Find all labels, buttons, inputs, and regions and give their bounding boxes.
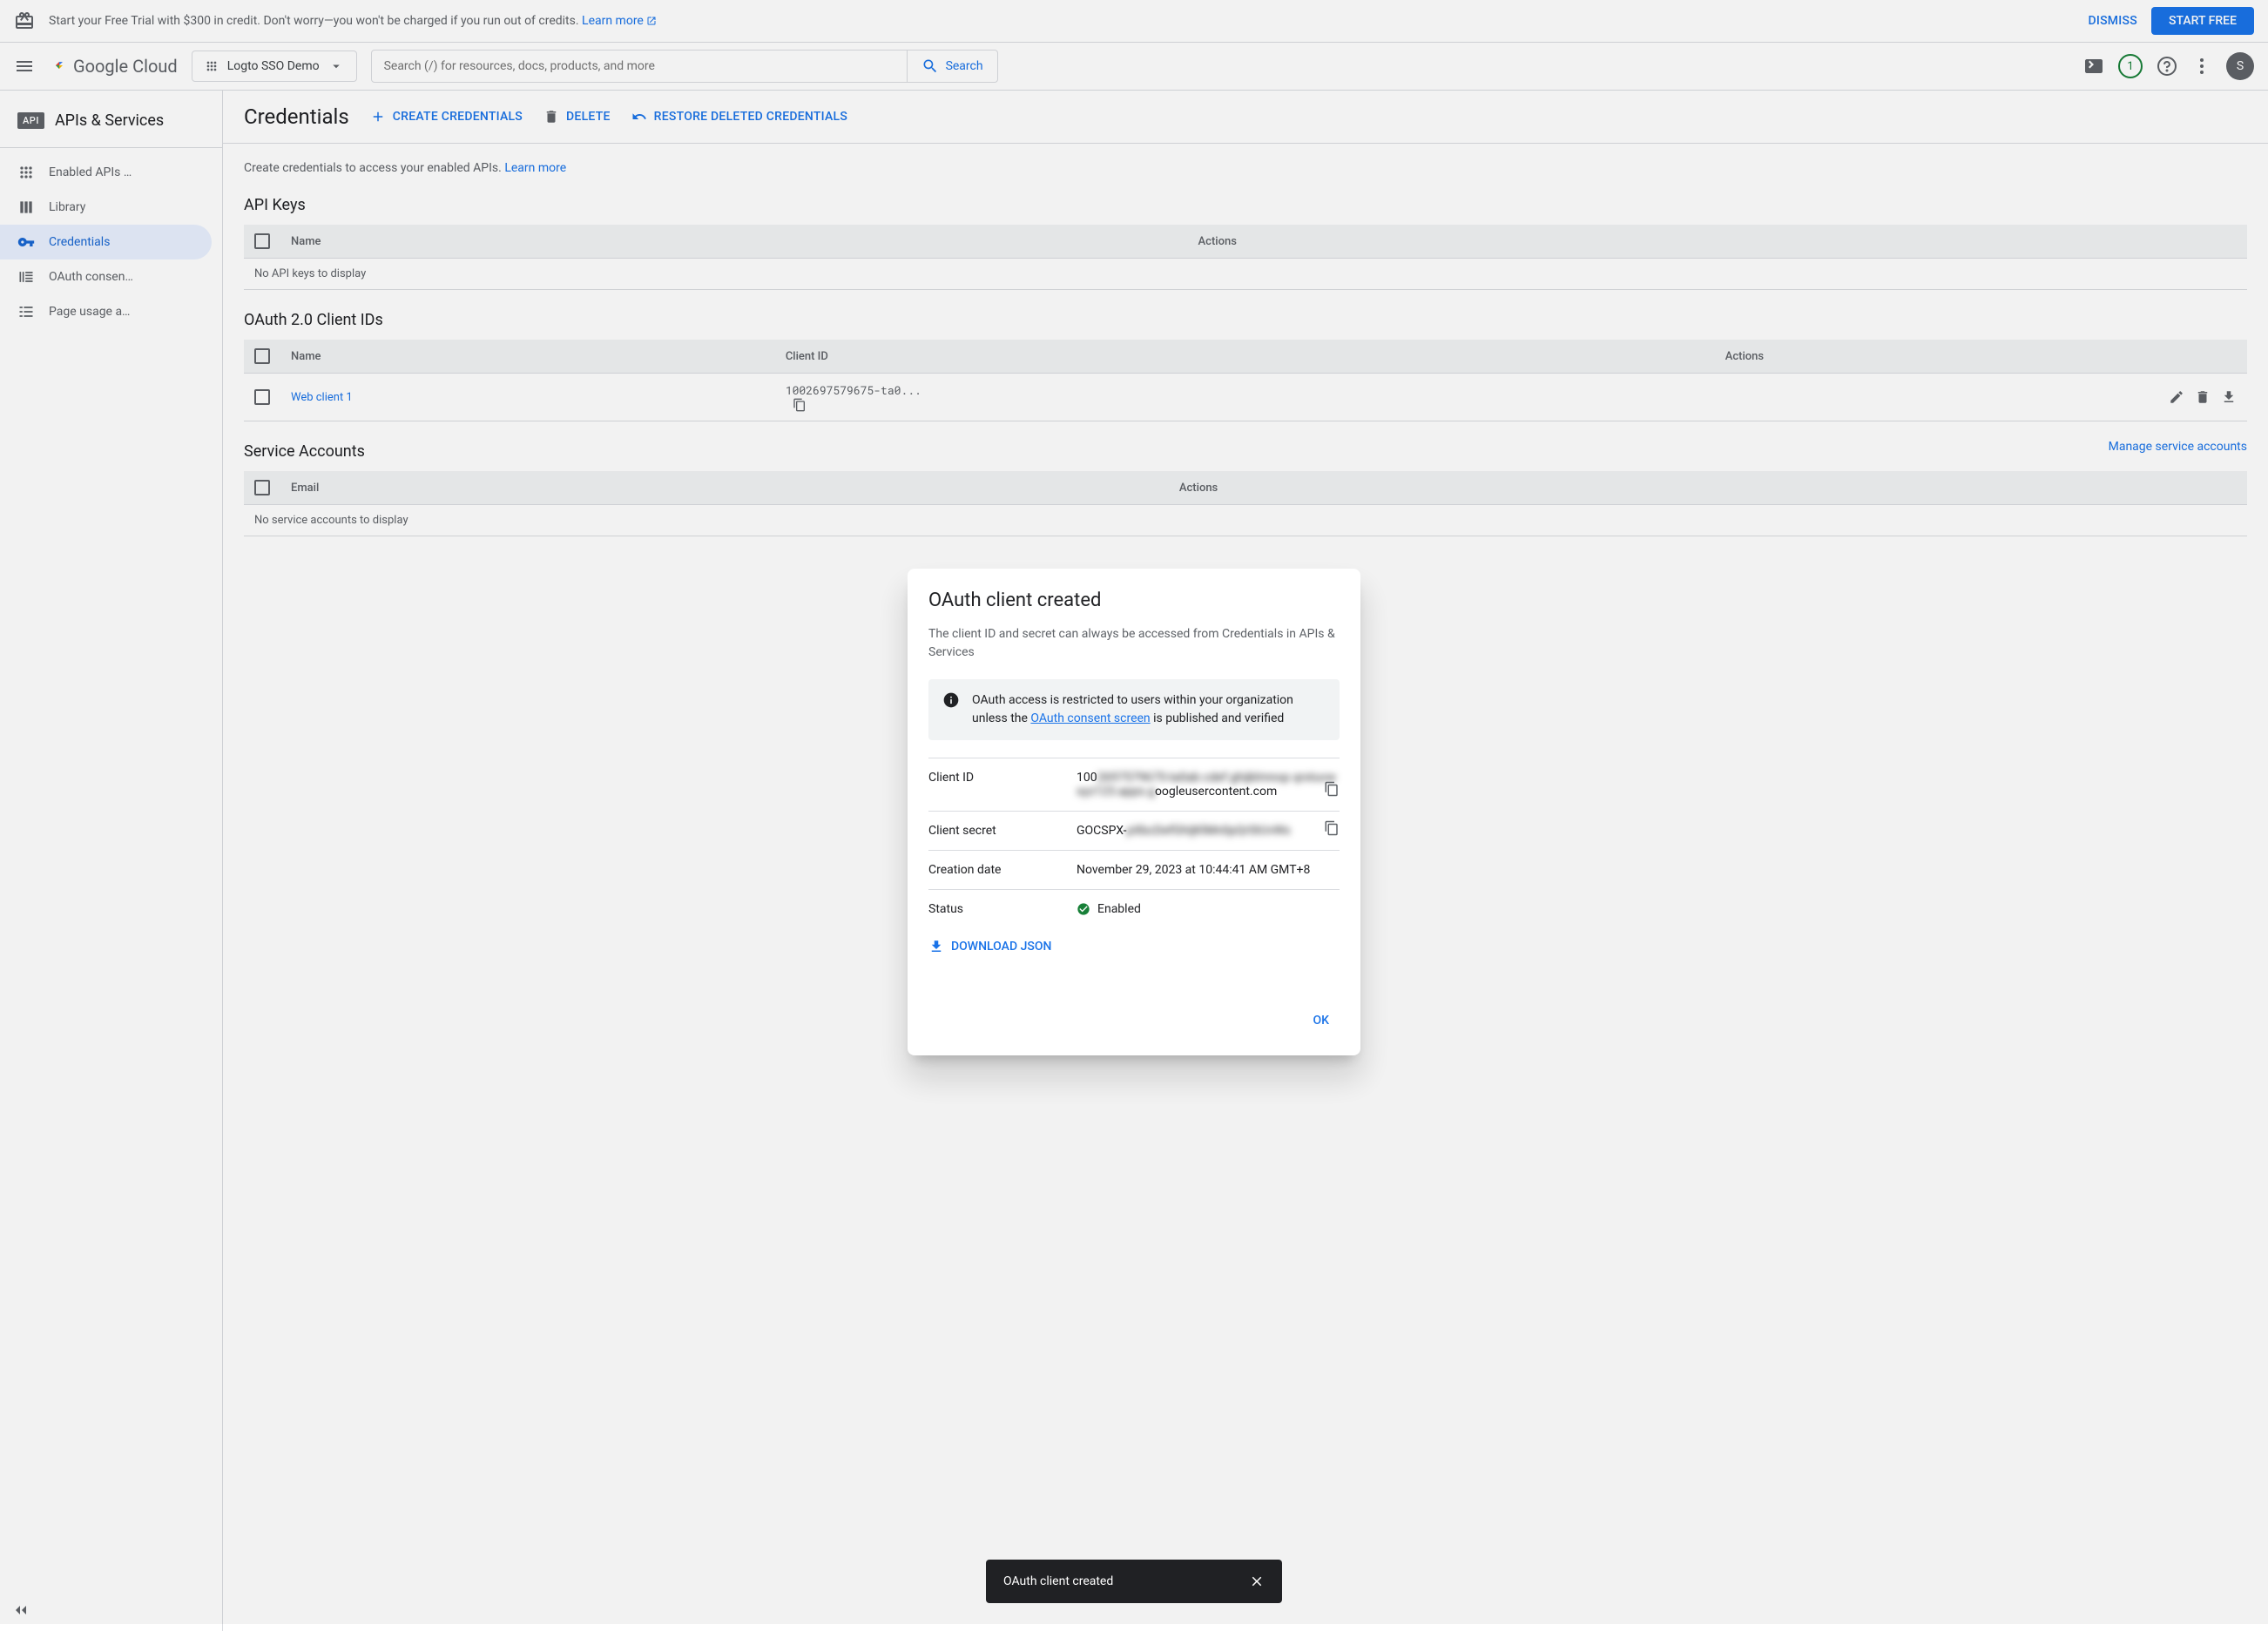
client-secret-row: Client secret GOCSPX-pXbcDefGhIjKlMn0pQr…: [928, 811, 1340, 850]
toast: OAuth client created: [986, 1560, 1282, 1603]
creation-date-label: Creation date: [928, 863, 1077, 877]
copy-client-secret-icon[interactable]: [1324, 820, 1340, 836]
ok-button[interactable]: OK: [1303, 1007, 1340, 1035]
status-label: Status: [928, 902, 1077, 916]
client-id-row: Client ID 1002697579675-ta0ab cdef ghijk…: [928, 758, 1340, 811]
client-secret-label: Client secret: [928, 824, 1077, 838]
info-icon: [942, 691, 960, 709]
client-id-label: Client ID: [928, 771, 1077, 799]
download-json-button[interactable]: DOWNLOAD JSON: [928, 928, 1051, 954]
download-icon: [928, 939, 944, 954]
info-text: OAuth access is restricted to users with…: [972, 691, 1326, 728]
status-value: Enabled: [1077, 902, 1340, 916]
status-row: Status Enabled: [928, 889, 1340, 928]
copy-client-id-icon[interactable]: [1324, 781, 1340, 797]
creation-date-row: Creation date November 29, 2023 at 10:44…: [928, 850, 1340, 889]
modal-description: The client ID and secret can always be a…: [928, 625, 1340, 662]
oauth-created-modal: OAuth client created The client ID and s…: [908, 569, 1360, 1055]
client-secret-value: GOCSPX-pXbcDefGhIjKlMn0pQrStUvWx: [1077, 824, 1340, 838]
modal-overlay: OAuth client created The client ID and s…: [0, 0, 2268, 1624]
info-box: OAuth access is restricted to users with…: [928, 679, 1340, 740]
oauth-consent-link[interactable]: OAuth consent screen: [1030, 711, 1150, 725]
close-icon[interactable]: [1249, 1574, 1265, 1589]
client-id-value: 1002697579675-ta0ab cdef ghijklmnop qrst…: [1077, 771, 1340, 799]
creation-date-value: November 29, 2023 at 10:44:41 AM GMT+8: [1077, 863, 1340, 877]
toast-message: OAuth client created: [1003, 1574, 1113, 1588]
modal-title: OAuth client created: [928, 590, 1340, 611]
check-circle-icon: [1077, 902, 1090, 916]
